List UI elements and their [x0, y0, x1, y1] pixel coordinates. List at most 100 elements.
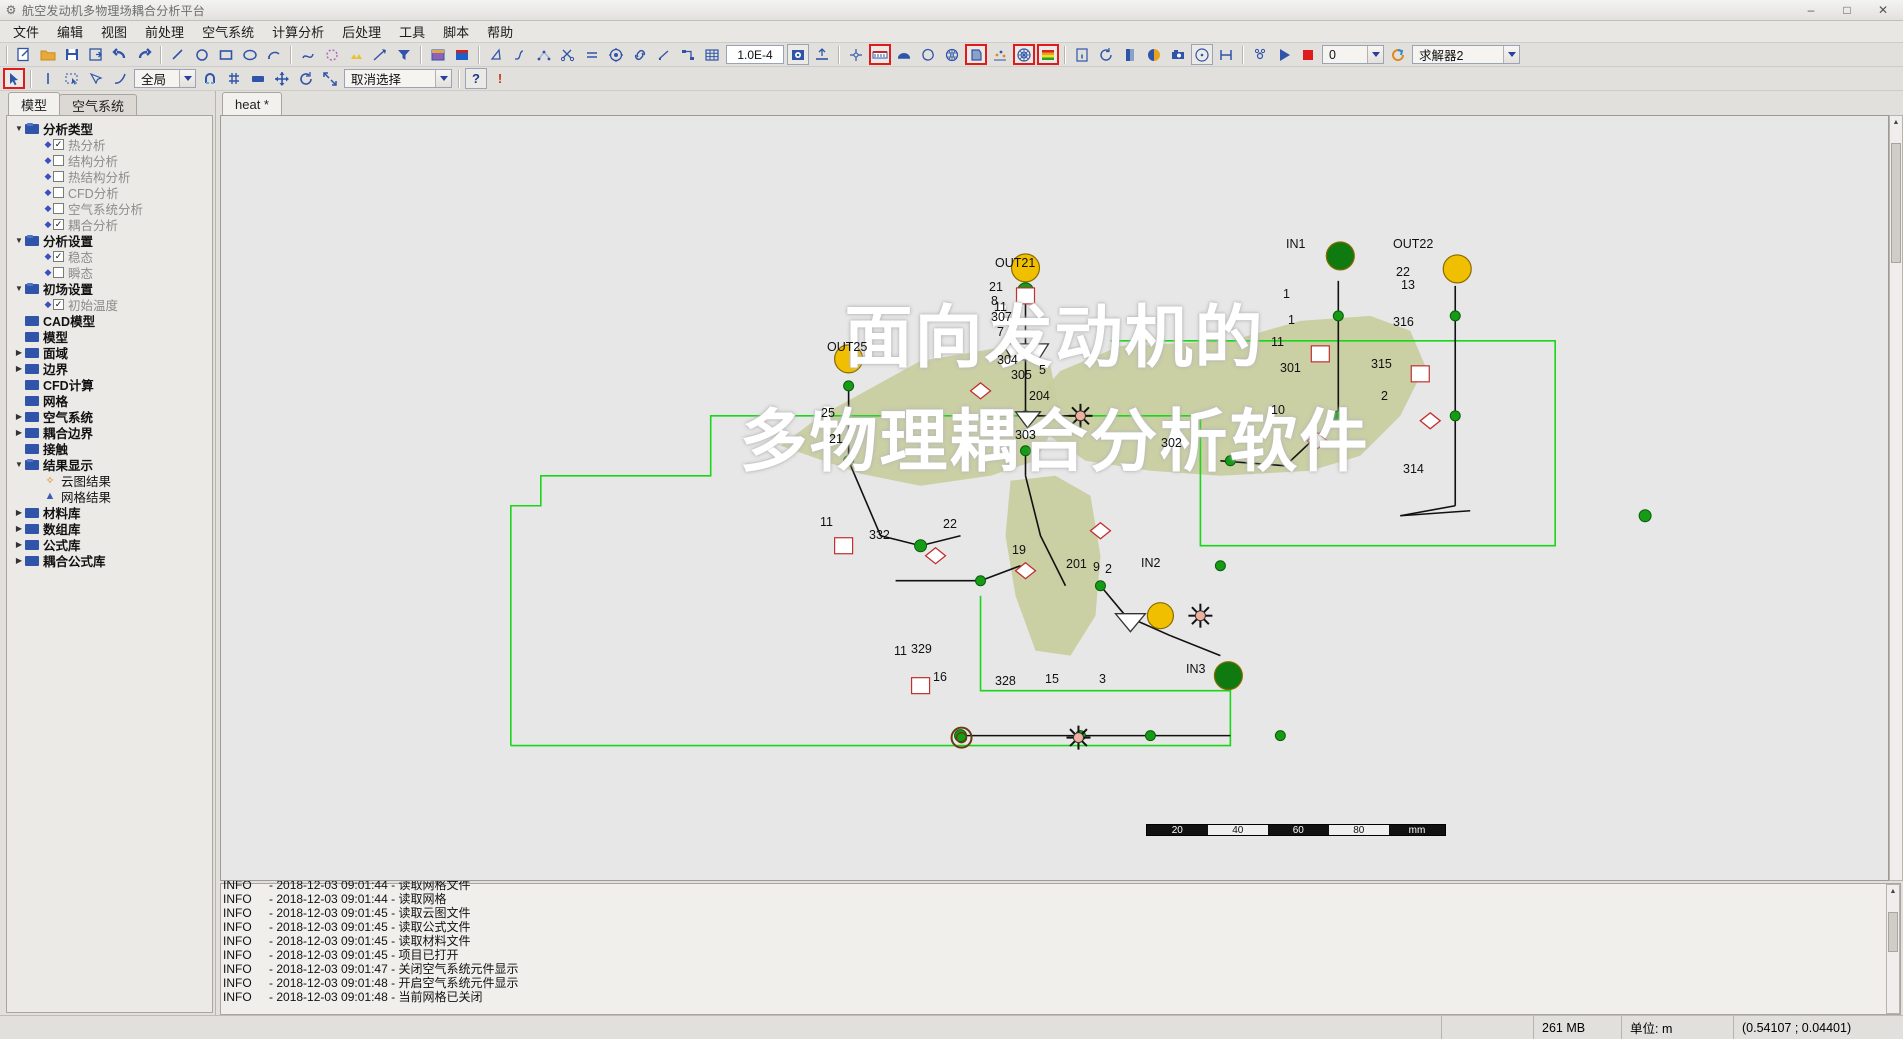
run-icon[interactable]: [1273, 44, 1295, 65]
save-as-icon[interactable]: [85, 44, 107, 65]
info-icon[interactable]: [1071, 44, 1093, 65]
tree-twisty[interactable]: ▶: [13, 556, 25, 565]
move-icon[interactable]: [271, 68, 293, 89]
save-icon[interactable]: [61, 44, 83, 65]
rotate-view-icon[interactable]: [295, 68, 317, 89]
tree-item-16[interactable]: CFD计算: [7, 376, 212, 393]
tree-item-20[interactable]: 接触: [7, 440, 212, 457]
resistance-element-4[interactable]: [924, 546, 947, 565]
tree-checkbox[interactable]: ✓: [53, 218, 64, 230]
tree-checkbox[interactable]: ✓: [53, 250, 64, 262]
snap-grid-icon[interactable]: [223, 68, 245, 89]
menu-item-5[interactable]: 计算分析: [263, 20, 333, 43]
tree-checkbox[interactable]: [53, 202, 64, 214]
filter-icon[interactable]: [393, 44, 415, 65]
connect-icon[interactable]: [677, 44, 699, 65]
dome-icon[interactable]: [893, 44, 915, 65]
minimize-button[interactable]: –: [1793, 0, 1829, 20]
flow-node-12[interactable]: [1638, 509, 1652, 523]
model-tree[interactable]: ▼ 分析类型 ◆ ✓ 热分析 ◆ 结构分析 ◆ 热结构分析 ◆ CFD分析 ◆ 空气系统分析 ◆ ✓ 耦合分析…: [6, 115, 213, 1013]
nodes-icon[interactable]: [533, 44, 555, 65]
tree-item-26[interactable]: ▶ 公式库: [7, 536, 212, 553]
camera-icon[interactable]: [1167, 44, 1189, 65]
vertical-line-icon[interactable]: [37, 68, 59, 89]
menu-item-1[interactable]: 编辑: [48, 20, 92, 43]
tree-checkbox[interactable]: [53, 186, 64, 198]
pick-icon[interactable]: [85, 68, 107, 89]
tree-item-15[interactable]: ▶ 边界: [7, 360, 212, 377]
tree-checkbox[interactable]: [53, 266, 64, 278]
dimension-icon[interactable]: [811, 44, 833, 65]
grid-icon[interactable]: [701, 44, 723, 65]
flow-node-17[interactable]: [1144, 730, 1156, 742]
tree-item-7[interactable]: ▼ 分析设置: [7, 232, 212, 249]
maximize-button[interactable]: □: [1829, 0, 1865, 20]
scroll-thumb[interactable]: [1891, 143, 1901, 263]
new-file-icon[interactable]: [13, 44, 35, 65]
menu-item-9[interactable]: 帮助: [478, 20, 522, 43]
port-node-5[interactable]: [1146, 602, 1175, 630]
redo-icon[interactable]: [133, 44, 155, 65]
step-dropdown-arrow[interactable]: [1367, 46, 1383, 63]
color-icon[interactable]: [451, 44, 473, 65]
colorbar-icon-red[interactable]: [1037, 44, 1059, 65]
tree-twisty[interactable]: ▼: [13, 236, 25, 245]
circle-tool-icon[interactable]: [191, 44, 213, 65]
scope-combo[interactable]: 全局: [134, 69, 196, 88]
menu-item-3[interactable]: 前处理: [136, 20, 193, 43]
tree-item-9[interactable]: ◆ 瞬态: [7, 264, 212, 281]
left-tab-1[interactable]: 空气系统: [59, 94, 138, 115]
project-icon[interactable]: [653, 44, 675, 65]
tree-checkbox[interactable]: [53, 170, 64, 182]
pan-icon[interactable]: [247, 68, 269, 89]
measure-icon[interactable]: [369, 44, 391, 65]
half-ball-icon[interactable]: [1143, 44, 1165, 65]
window-icon[interactable]: [427, 44, 449, 65]
target-icon[interactable]: [605, 44, 627, 65]
tree-item-14[interactable]: ▶ 面域: [7, 344, 212, 361]
tree-item-18[interactable]: ▶ 空气系统: [7, 408, 212, 425]
tree-twisty[interactable]: ▶: [13, 348, 25, 357]
curve-select-icon[interactable]: [109, 68, 131, 89]
tree-item-12[interactable]: CAD模型: [7, 312, 212, 329]
burst-element-2[interactable]: [1066, 725, 1091, 750]
point-cloud-icon[interactable]: [989, 44, 1011, 65]
tolerance-field[interactable]: 1.0E-4: [726, 45, 784, 64]
stop-icon[interactable]: [1297, 44, 1319, 65]
arrow-select-icon[interactable]: [3, 68, 25, 89]
cut-icon[interactable]: [557, 44, 579, 65]
select-mode-dropdown-arrow[interactable]: [435, 70, 451, 87]
link-icon[interactable]: [629, 44, 651, 65]
spline-icon[interactable]: [297, 44, 319, 65]
tree-item-13[interactable]: 模型: [7, 328, 212, 345]
port-node-3[interactable]: [1325, 241, 1355, 271]
menu-item-6[interactable]: 后处理: [333, 20, 390, 43]
tree-twisty[interactable]: ▼: [13, 460, 25, 469]
flow-node-13[interactable]: [1214, 560, 1226, 572]
tree-checkbox[interactable]: ✓: [53, 138, 64, 150]
tree-item-25[interactable]: ▶ 数组库: [7, 520, 212, 537]
shape-a-icon[interactable]: [485, 44, 507, 65]
menu-item-7[interactable]: 工具: [390, 20, 434, 43]
tree-twisty[interactable]: ▼: [13, 124, 25, 133]
tree-twisty[interactable]: ▶: [13, 428, 25, 437]
open-folder-icon[interactable]: [37, 44, 59, 65]
flow-node-18[interactable]: [1274, 730, 1286, 742]
fit-icon[interactable]: [319, 68, 341, 89]
log-scroll-up-arrow[interactable]: ▲: [1887, 885, 1899, 898]
rect-tool-icon[interactable]: [215, 44, 237, 65]
left-tab-0[interactable]: 模型: [8, 92, 61, 115]
menu-item-2[interactable]: 视图: [92, 20, 136, 43]
tree-twisty[interactable]: ▶: [13, 364, 25, 373]
help-icon[interactable]: ?: [465, 68, 487, 89]
settings-gear-icon[interactable]: [1249, 44, 1271, 65]
fan-icon[interactable]: [845, 44, 867, 65]
mesh-sphere-icon-red[interactable]: [1013, 44, 1035, 65]
port-node-2[interactable]: [1442, 254, 1472, 284]
log-vertical-scrollbar[interactable]: ▲: [1886, 884, 1900, 1014]
solver-dropdown-arrow[interactable]: [1503, 46, 1519, 63]
tree-twisty[interactable]: ▼: [13, 284, 25, 293]
half-section-icon[interactable]: [1119, 44, 1141, 65]
step-combo[interactable]: 0: [1322, 45, 1384, 64]
span-icon[interactable]: [1215, 44, 1237, 65]
